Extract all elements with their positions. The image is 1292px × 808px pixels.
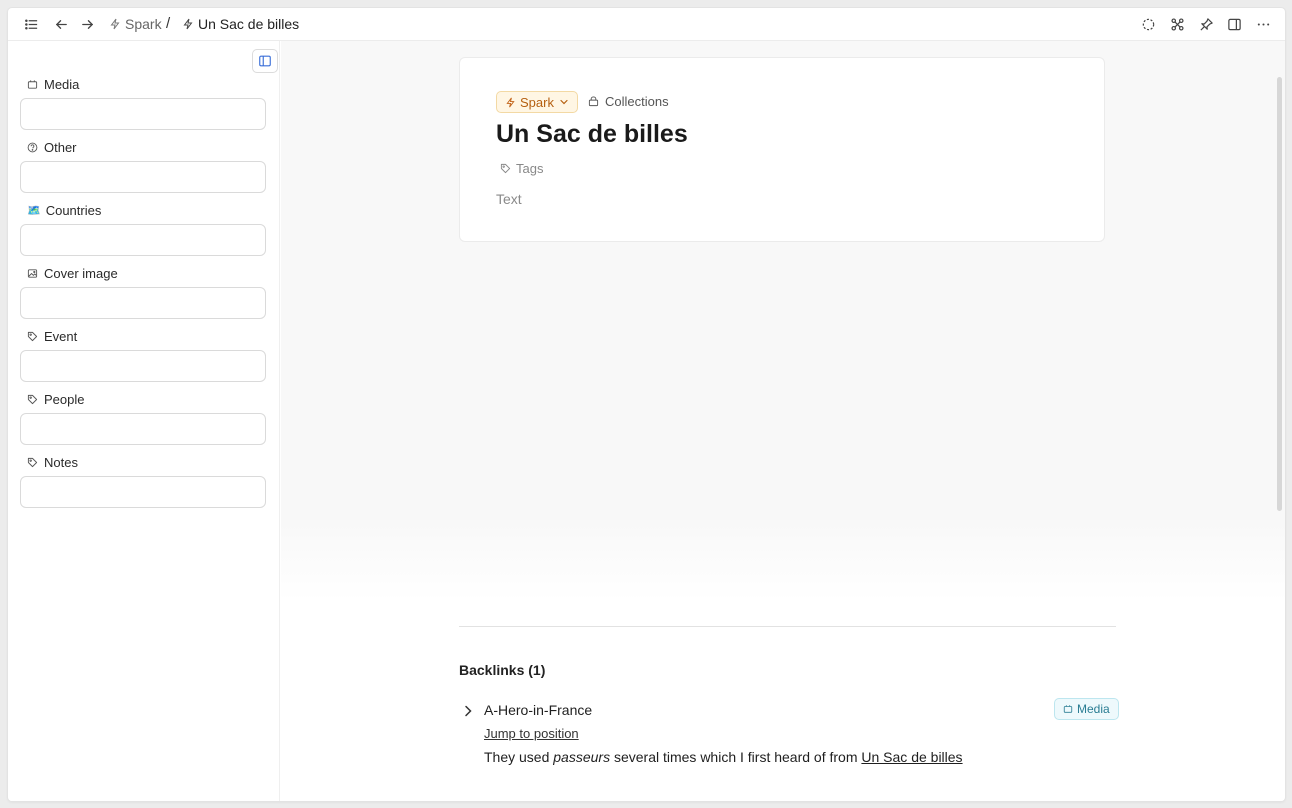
arrow-left-icon <box>55 19 67 29</box>
chevron-down-icon <box>560 99 568 105</box>
type-label: Spark <box>520 94 554 110</box>
main-content: Spark Collections Un Sac de billes Tags … <box>281 41 1285 801</box>
graph-nodes-icon <box>1170 17 1184 31</box>
snippet-italic: passeurs <box>553 749 611 765</box>
cover-image-field[interactable] <box>20 287 266 319</box>
tags-label: Tags <box>516 161 544 176</box>
calendar-box-icon <box>27 79 38 89</box>
media-field[interactable] <box>20 98 266 130</box>
breadcrumb-parent-label: Spark <box>125 16 162 32</box>
event-field[interactable] <box>20 350 266 382</box>
property-label: Media <box>44 76 80 92</box>
scrollbar[interactable] <box>1277 77 1282 511</box>
more-options-button[interactable] <box>1252 13 1274 35</box>
type-selector[interactable]: Spark <box>496 91 578 113</box>
app-window: Spark / Un Sac de billes Media Other 🗺️ … <box>8 8 1285 801</box>
ellipsis-icon <box>1257 22 1269 26</box>
split-panel-icon <box>1227 18 1241 30</box>
map-emoji-icon: 🗺️ <box>27 204 41 217</box>
breadcrumb-separator: / <box>166 15 171 32</box>
tag-icon <box>27 331 38 341</box>
calendar-box-icon <box>1063 705 1073 713</box>
text-editor[interactable]: Text <box>496 191 522 207</box>
toggle-sidebar-button[interactable] <box>20 13 42 35</box>
question-circle-icon <box>27 142 38 152</box>
breadcrumb-current: Un Sac de billes <box>182 16 299 32</box>
property-other: Other <box>20 139 266 193</box>
backlink-title[interactable]: A-Hero-in-France <box>484 702 592 718</box>
pin-button[interactable] <box>1195 13 1217 35</box>
collections-label: Collections <box>605 94 669 109</box>
page-title[interactable]: Un Sac de billes <box>496 120 688 149</box>
backlink-badge-label: Media <box>1077 702 1110 716</box>
snippet-link[interactable]: Un Sac de billes <box>861 749 962 765</box>
property-notes: Notes <box>20 454 266 508</box>
property-label: Event <box>44 328 78 344</box>
sidebar-toggle-icon <box>259 55 271 67</box>
other-field[interactable] <box>20 161 266 193</box>
note-card: Spark Collections Un Sac de billes Tags … <box>459 57 1105 242</box>
bolt-icon <box>110 18 120 30</box>
property-people: People <box>20 391 266 445</box>
folder-lock-icon <box>588 96 599 107</box>
backlinks-heading: Backlinks (1) <box>459 662 546 678</box>
property-countries: 🗺️ Countries <box>20 202 266 256</box>
notes-field[interactable] <box>20 476 266 508</box>
divider <box>459 626 1116 627</box>
snippet-text: several times which I first heard of fro… <box>610 749 862 765</box>
property-cover-image: Cover image <box>20 265 266 319</box>
property-label: Notes <box>44 454 78 470</box>
image-icon <box>27 268 38 278</box>
property-label: Cover image <box>44 265 118 281</box>
backlink-snippet: They used passeurs several times which I… <box>484 749 963 765</box>
breadcrumb-parent[interactable]: Spark <box>109 16 162 32</box>
properties-sidebar: Media Other 🗺️ Countries Cover image Eve… <box>8 41 280 801</box>
right-panel-button[interactable] <box>1223 13 1245 35</box>
tag-icon <box>27 394 38 404</box>
bolt-icon <box>506 97 515 107</box>
people-field[interactable] <box>20 413 266 445</box>
property-media: Media <box>20 76 266 130</box>
backlink-type-badge[interactable]: Media <box>1054 698 1119 720</box>
dashed-circle-icon <box>1142 18 1154 30</box>
forward-button[interactable] <box>76 13 98 35</box>
property-label: Other <box>44 139 77 155</box>
graph-view-button[interactable] <box>1166 13 1188 35</box>
property-event: Event <box>20 328 266 382</box>
tags-button[interactable]: Tags <box>500 161 543 176</box>
top-bar: Spark / Un Sac de billes <box>8 8 1285 41</box>
collections-button[interactable]: Collections <box>588 94 669 109</box>
pin-icon <box>1199 17 1213 31</box>
jump-to-position-link[interactable]: Jump to position <box>484 726 579 741</box>
sync-status-button[interactable] <box>1137 13 1159 35</box>
chevron-right-icon[interactable] <box>461 704 475 718</box>
tag-icon <box>500 163 511 174</box>
tag-icon <box>27 457 38 467</box>
breadcrumb-current-label: Un Sac de billes <box>198 16 300 32</box>
snippet-text: They used <box>484 749 554 765</box>
arrow-right-icon <box>81 19 93 29</box>
property-label: Countries <box>45 202 102 218</box>
property-label: People <box>44 391 85 407</box>
countries-field[interactable] <box>20 224 266 256</box>
collapse-properties-button[interactable] <box>252 49 278 73</box>
back-button[interactable] <box>50 13 72 35</box>
bolt-icon <box>183 18 193 30</box>
list-icon <box>24 18 37 30</box>
